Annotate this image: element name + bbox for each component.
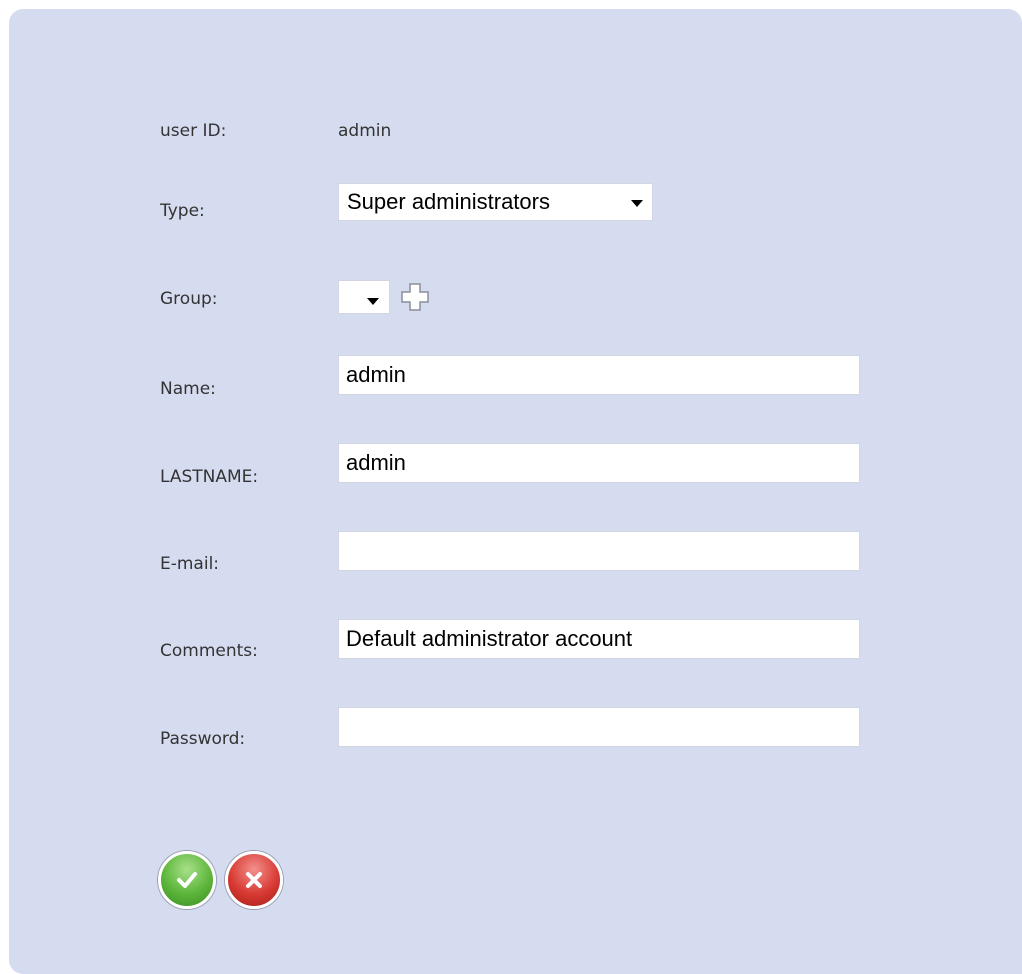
lastname-input[interactable]: admin <box>338 443 860 483</box>
type-select-value: Super administrators <box>347 189 550 214</box>
cancel-button[interactable] <box>225 851 283 909</box>
chevron-down-icon <box>367 298 379 305</box>
type-label: Type: <box>160 201 205 221</box>
name-input[interactable]: admin <box>338 355 860 395</box>
name-label: Name: <box>160 379 216 399</box>
password-input[interactable] <box>338 707 860 747</box>
user-form-panel <box>9 9 1022 974</box>
email-input[interactable] <box>338 531 860 571</box>
checkmark-icon <box>177 872 197 888</box>
user-id-label: user ID: <box>160 121 227 141</box>
group-select[interactable] <box>338 280 390 314</box>
email-label: E-mail: <box>160 554 220 574</box>
plus-icon[interactable] <box>399 281 431 313</box>
user-id-value: admin <box>338 121 392 141</box>
lastname-label: LASTNAME: <box>160 467 259 487</box>
type-select[interactable]: Super administrators <box>338 183 653 221</box>
group-label: Group: <box>160 289 218 309</box>
comments-input[interactable]: Default administrator account <box>338 619 860 659</box>
confirm-button[interactable] <box>158 851 216 909</box>
x-icon <box>246 872 262 888</box>
chevron-down-icon <box>631 200 643 207</box>
password-label: Password: <box>160 729 246 749</box>
comments-label: Comments: <box>160 641 258 661</box>
